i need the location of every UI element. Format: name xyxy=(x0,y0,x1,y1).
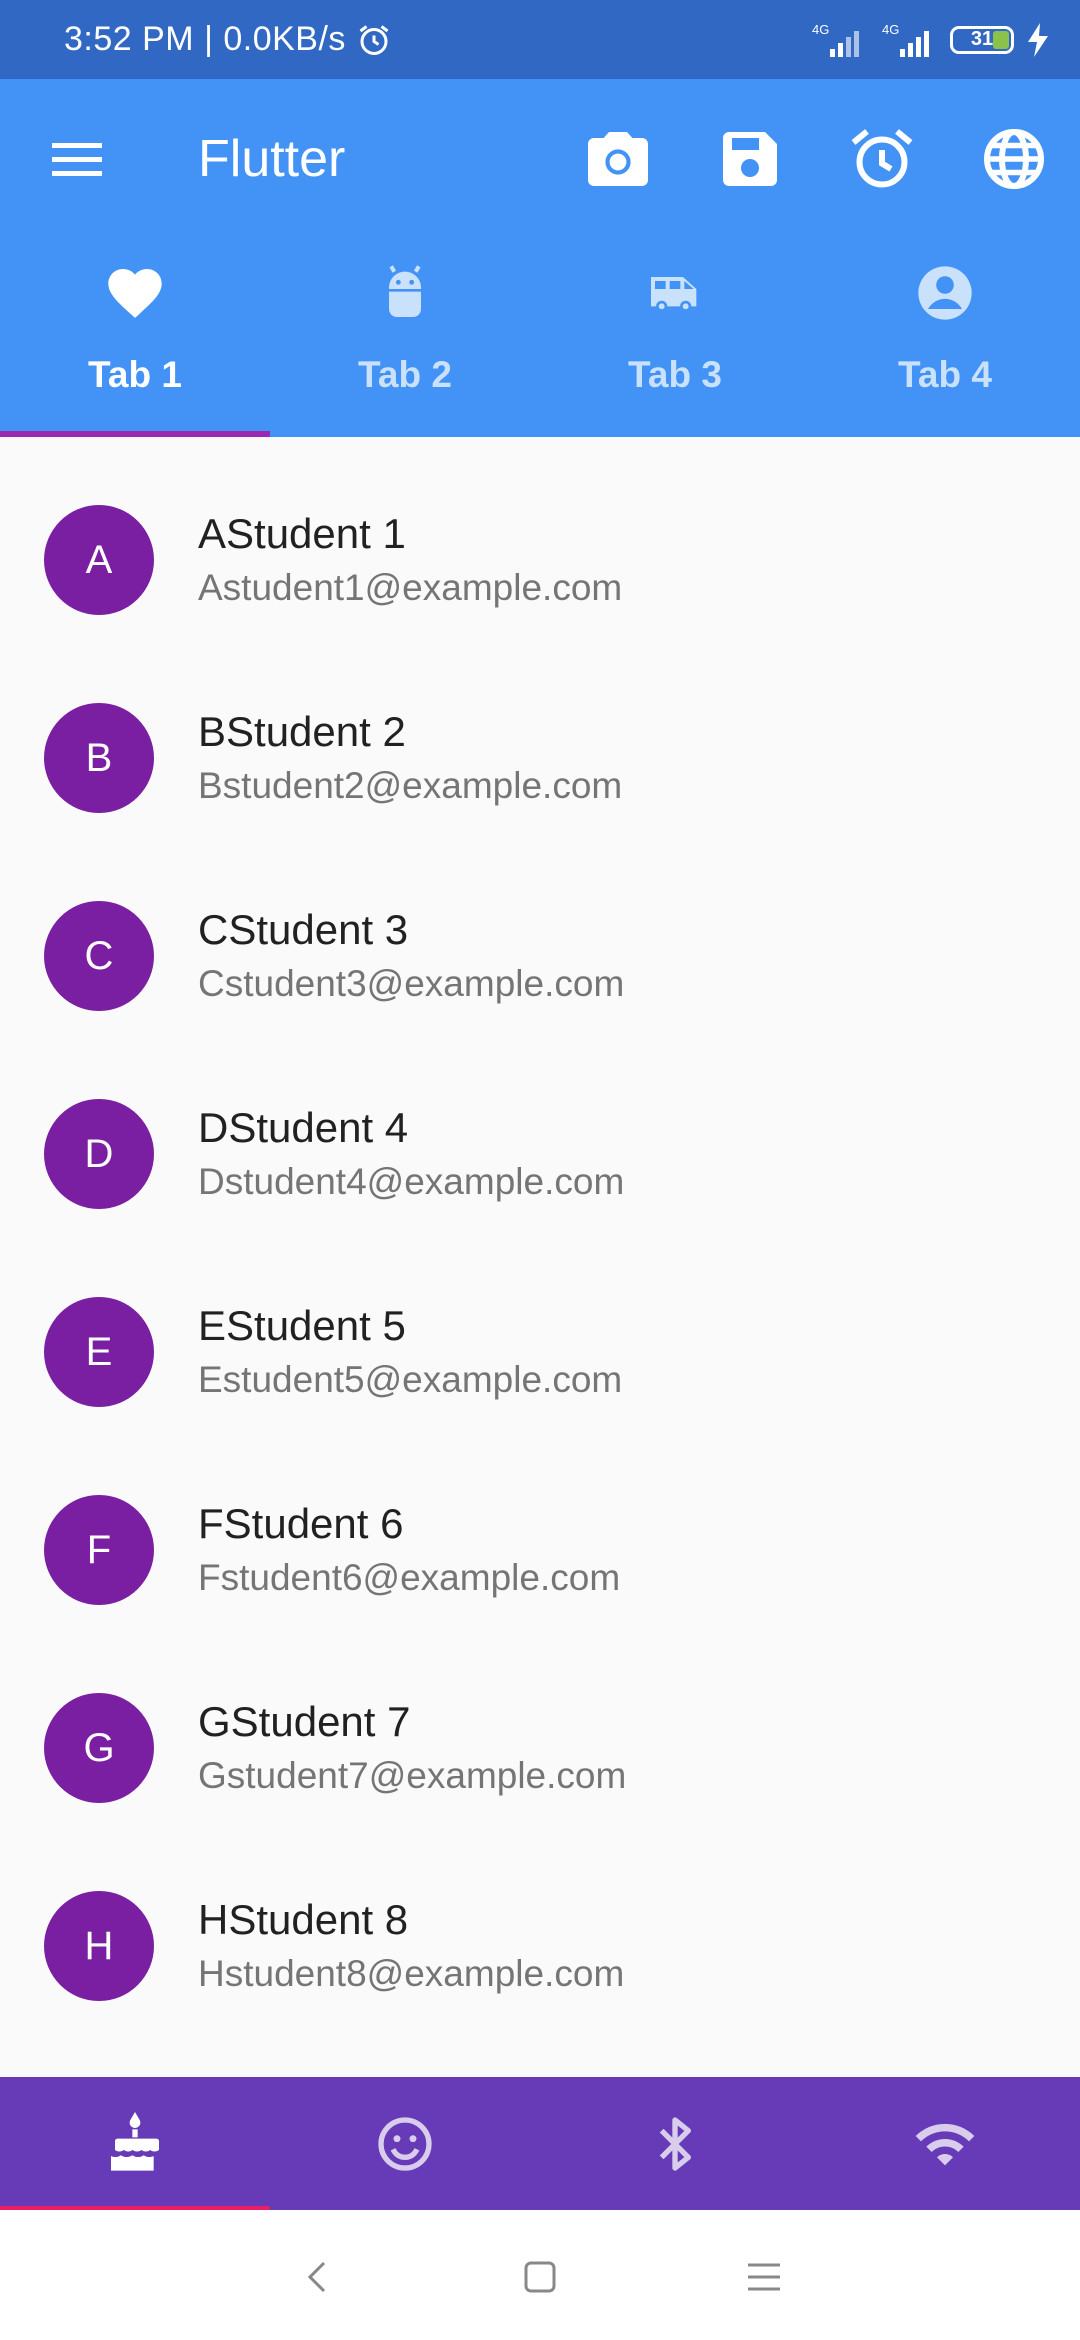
student-name: FStudent 6 xyxy=(198,1500,404,1547)
cake-icon xyxy=(111,2111,159,2171)
app-bar: Flutter Tab 1 Tab 2 Tab 3 Tab 4 xyxy=(0,79,1080,437)
student-email: Gstudent7@example.com xyxy=(198,1755,627,1796)
student-email: Cstudent3@example.com xyxy=(198,963,625,1004)
battery-level: 31 xyxy=(970,28,994,50)
page-title: Flutter xyxy=(198,130,346,188)
student-email: Astudent1@example.com xyxy=(198,567,623,608)
bottom-nav-bluetooth[interactable] xyxy=(540,2077,810,2210)
bottom-nav-cake[interactable] xyxy=(0,2077,270,2210)
network-label-1: 4G xyxy=(812,22,829,37)
list-item[interactable]: G GStudent 7 Gstudent7@example.com xyxy=(0,1625,1080,1823)
student-name: AStudent 1 xyxy=(198,510,406,557)
bottom-navigation xyxy=(0,2077,1080,2210)
smiley-icon xyxy=(378,2116,432,2171)
tab-bar: Tab 1 Tab 2 Tab 3 Tab 4 xyxy=(0,245,1080,437)
student-name: BStudent 2 xyxy=(198,708,406,755)
student-name: CStudent 3 xyxy=(198,906,409,953)
avatar: F xyxy=(44,1495,154,1605)
status-bar: 3:52 PM | 0.0KB/s 4G 4G 31 xyxy=(0,0,1080,79)
avatar: E xyxy=(44,1297,154,1407)
list-item[interactable]: E EStudent 5 Estudent5@example.com xyxy=(0,1229,1080,1427)
system-navigation-bar xyxy=(0,2210,1080,2340)
toolbar: Flutter xyxy=(0,79,1080,239)
tab-label: Tab 4 xyxy=(898,354,992,395)
alarm-icon[interactable] xyxy=(846,123,918,195)
bus-icon xyxy=(651,277,697,312)
camera-icon[interactable] xyxy=(582,123,654,195)
avatar: A xyxy=(44,505,154,615)
student-name: DStudent 4 xyxy=(198,1104,409,1151)
student-name: EStudent 5 xyxy=(198,1302,406,1349)
charging-icon xyxy=(1028,22,1048,57)
list-item[interactable]: A AStudent 1 Astudent1@example.com xyxy=(0,437,1080,635)
student-list: A AStudent 1 Astudent1@example.com B BSt… xyxy=(0,437,1080,2021)
wifi-icon xyxy=(915,2123,975,2165)
student-email: Bstudent2@example.com xyxy=(198,765,623,806)
bottom-nav-wifi[interactable] xyxy=(810,2077,1080,2210)
tab-label: Tab 3 xyxy=(628,354,722,395)
avatar: G xyxy=(44,1693,154,1803)
menu-icon[interactable] xyxy=(40,129,114,189)
avatar: H xyxy=(44,1891,154,2001)
avatar: B xyxy=(44,703,154,813)
student-email: Fstudent6@example.com xyxy=(198,1557,621,1598)
tab-1[interactable]: Tab 1 xyxy=(0,245,270,437)
back-icon[interactable] xyxy=(296,2255,340,2299)
account-circle-icon xyxy=(918,266,972,320)
avatar: C xyxy=(44,901,154,1011)
student-email: Dstudent4@example.com xyxy=(198,1161,625,1202)
save-icon[interactable] xyxy=(714,123,786,195)
battery-icon: 31 xyxy=(950,25,1014,54)
student-name: GStudent 7 xyxy=(198,1698,411,1745)
student-name: HStudent 8 xyxy=(198,1896,409,1943)
tab-label: Tab 2 xyxy=(358,354,452,395)
tab-2[interactable]: Tab 2 xyxy=(270,245,540,437)
bottom-nav-smiley[interactable] xyxy=(270,2077,540,2210)
bluetooth-icon xyxy=(659,2116,691,2171)
language-icon[interactable] xyxy=(978,123,1050,195)
student-email: Estudent5@example.com xyxy=(198,1359,623,1400)
avatar: D xyxy=(44,1099,154,1209)
status-time: 3:52 PM | 0.0KB/s xyxy=(64,20,346,58)
tab-label: Tab 1 xyxy=(88,354,182,395)
favorite-icon xyxy=(108,269,162,318)
home-icon[interactable] xyxy=(518,2255,562,2299)
list-item[interactable]: F FStudent 6 Fstudent6@example.com xyxy=(0,1427,1080,1625)
list-item[interactable]: D DStudent 4 Dstudent4@example.com xyxy=(0,1031,1080,1229)
alarm-icon xyxy=(359,24,389,55)
student-email: Hstudent8@example.com xyxy=(198,1953,625,1994)
tab-4[interactable]: Tab 4 xyxy=(810,245,1080,437)
signal-icon: 4G xyxy=(812,22,859,57)
list-item[interactable]: B BStudent 2 Bstudent2@example.com xyxy=(0,635,1080,833)
list-item[interactable]: C CStudent 3 Cstudent3@example.com xyxy=(0,833,1080,1031)
signal-icon: 4G xyxy=(882,22,929,57)
network-label-2: 4G xyxy=(882,22,899,37)
tab-3[interactable]: Tab 3 xyxy=(540,245,810,437)
list-item[interactable]: H HStudent 8 Hstudent8@example.com xyxy=(0,1823,1080,2021)
android-icon xyxy=(389,265,421,317)
recents-icon[interactable] xyxy=(742,2255,786,2299)
